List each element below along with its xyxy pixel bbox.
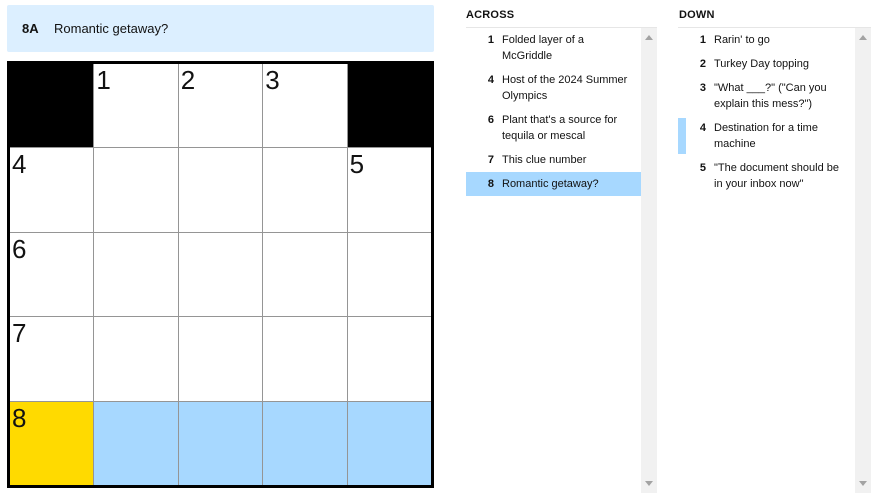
grid-cell[interactable]: 3 <box>263 64 347 148</box>
current-clue-bar[interactable]: 8A Romantic getaway? <box>7 5 434 52</box>
clue-number: 7 <box>487 154 494 166</box>
clue-text: "What ___?" ("Can you explain this mess?… <box>714 82 827 110</box>
across-clue-list: 1 Folded layer of a McGriddle 4 Host of the… <box>466 28 641 493</box>
grid-cell[interactable] <box>263 317 347 401</box>
grid-cell[interactable] <box>178 317 263 401</box>
scroll-down-arrow-icon[interactable] <box>859 481 867 486</box>
clue-text: Host of the 2024 Summer Olympics <box>502 74 628 102</box>
scroll-down-arrow-icon[interactable] <box>645 481 653 486</box>
down-title: DOWN <box>678 0 871 28</box>
clue-text: This clue number <box>502 154 587 166</box>
grid-cell[interactable] <box>263 232 347 317</box>
down-clue-item[interactable]: 4 Destination for a time machine <box>678 116 855 156</box>
cell-number: 7 <box>12 318 27 349</box>
cell-number: 4 <box>12 149 27 180</box>
clue-text: Turkey Day topping <box>714 58 809 70</box>
down-clue-item[interactable]: 3 "What ___?" ("Can you explain this mess… <box>678 76 855 116</box>
across-title: ACROSS <box>466 0 657 28</box>
clue-text: "The document should be in your inbox no… <box>714 162 839 190</box>
grid-cell[interactable] <box>178 232 263 317</box>
across-panel: ACROSS 1 Folded layer of a McGriddle 4 Host… <box>466 0 657 493</box>
across-clue-item[interactable]: 7 This clue number <box>466 148 641 172</box>
grid-cell[interactable] <box>94 401 178 485</box>
cell-number: 2 <box>180 65 196 95</box>
down-clue-item[interactable]: 5 "The document should be in your inbox n… <box>678 156 855 196</box>
grid-cell[interactable] <box>263 401 347 485</box>
down-clue-item[interactable]: 2 Turkey Day topping <box>678 52 855 76</box>
cell-number: 6 <box>12 233 27 264</box>
grid-cell[interactable] <box>347 317 431 401</box>
grid-cell[interactable] <box>263 148 347 232</box>
scroll-up-arrow-icon[interactable] <box>859 35 867 40</box>
cell-number: 8 <box>12 402 27 433</box>
grid-cell[interactable] <box>347 401 431 485</box>
clue-number: 2 <box>699 58 706 70</box>
grid-cell[interactable]: 5 <box>347 148 431 232</box>
grid-cell[interactable]: 1 <box>94 64 178 148</box>
clue-text: Destination for a time machine <box>714 122 818 150</box>
grid-cell[interactable] <box>178 401 263 485</box>
clue-text: Folded layer of a McGriddle <box>502 34 584 62</box>
down-scrollbar[interactable] <box>855 28 871 493</box>
cell-number: 5 <box>349 149 365 180</box>
cell-number: 3 <box>265 65 280 95</box>
grid-cell[interactable]: 6 <box>10 232 94 317</box>
clue-text: Romantic getaway? <box>502 178 599 190</box>
current-clue-number: 8A <box>22 21 39 36</box>
grid-block-cell <box>10 64 94 148</box>
grid-cell[interactable] <box>94 232 178 317</box>
cell-number: 1 <box>96 65 111 95</box>
grid-cell[interactable]: 2 <box>178 64 263 148</box>
grid-cell[interactable]: 4 <box>10 148 94 232</box>
clue-number: 5 <box>699 162 706 174</box>
across-clue-item[interactable]: 4 Host of the 2024 Summer Olympics <box>466 68 641 108</box>
clue-number: 6 <box>487 114 494 126</box>
grid-cell[interactable] <box>94 317 178 401</box>
across-scrollbar[interactable] <box>641 28 657 493</box>
crossing-indicator <box>678 118 686 154</box>
grid-cell[interactable]: 7 <box>10 317 94 401</box>
grid-cell[interactable]: 8 <box>10 401 94 485</box>
clue-text: Rarin' to go <box>714 34 770 46</box>
across-clue-item[interactable]: 1 Folded layer of a McGriddle <box>466 28 641 68</box>
across-clue-item[interactable]: 6 Plant that's a source for tequila or me… <box>466 108 641 148</box>
grid-cell[interactable] <box>178 148 263 232</box>
clue-number: 4 <box>487 74 494 86</box>
grid-cell[interactable] <box>94 148 178 232</box>
clue-number: 8 <box>487 178 494 190</box>
clue-number: 3 <box>699 82 706 94</box>
clue-number: 1 <box>699 34 706 46</box>
grid-cell[interactable] <box>347 232 431 317</box>
down-clue-list: 1 Rarin' to go 2 Turkey Day topping 3 "What _… <box>678 28 855 493</box>
current-clue-text: Romantic getaway? <box>54 21 169 36</box>
scroll-up-arrow-icon[interactable] <box>645 35 653 40</box>
crossword-grid: 1 2 3 4 5 6 7 8 <box>7 61 434 488</box>
down-panel: DOWN 1 Rarin' to go 2 Turkey Day topping 3 "W… <box>678 0 871 493</box>
across-clue-item[interactable]: 8 Romantic getaway? <box>466 172 641 196</box>
clue-number: 1 <box>487 34 494 46</box>
clue-text: Plant that's a source for tequila or mes… <box>502 114 618 142</box>
down-clue-item[interactable]: 1 Rarin' to go <box>678 28 855 52</box>
grid-block-cell <box>347 64 431 148</box>
